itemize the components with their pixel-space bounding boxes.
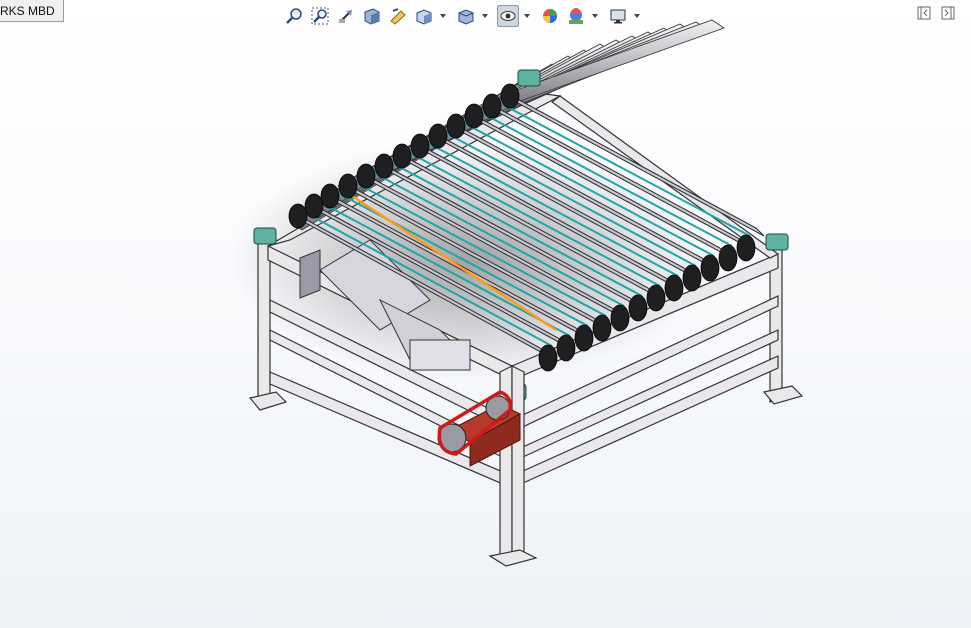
roller-conveyor-model[interactable] — [0, 0, 971, 628]
graphics-area[interactable]: RKS MBD — [0, 0, 971, 628]
